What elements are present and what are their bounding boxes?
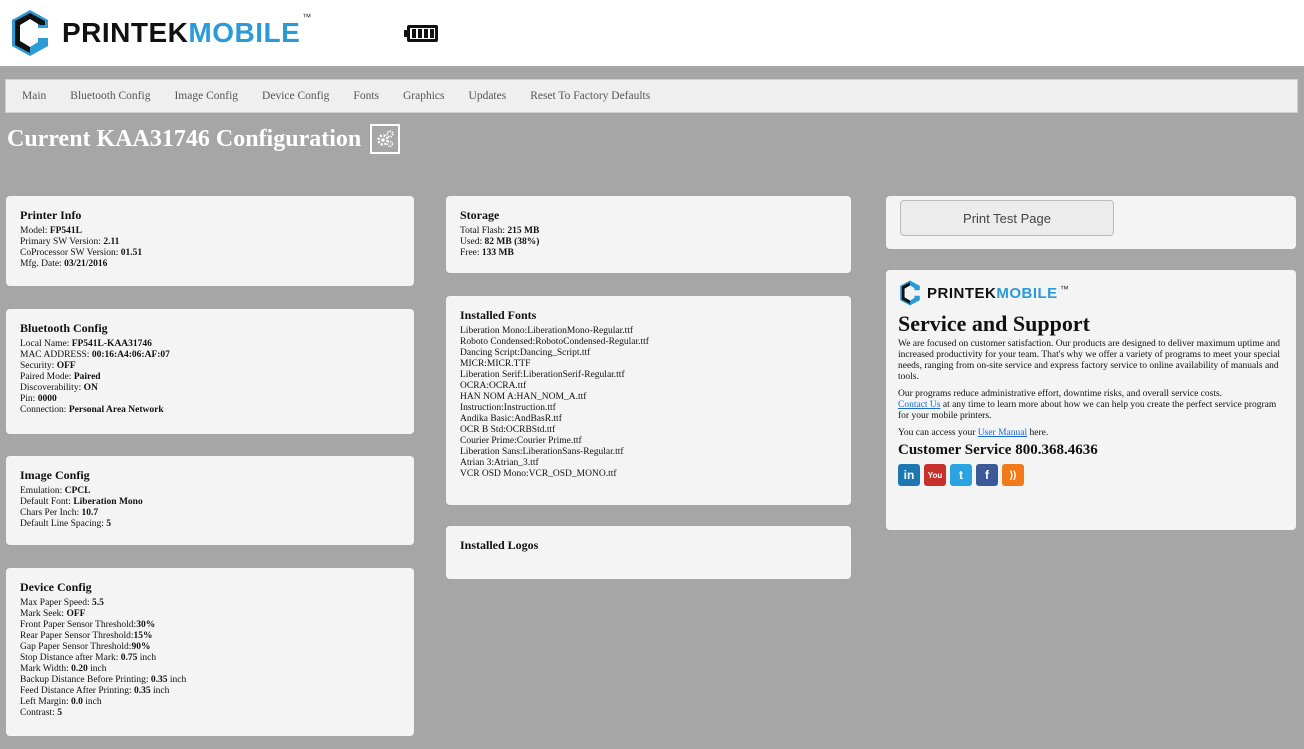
- service-paragraph-3: You can access your User Manual here.: [898, 428, 1049, 438]
- info-row: Model: FP541L: [20, 226, 83, 236]
- panel-title: Printer Info: [20, 208, 82, 222]
- font-item: Courier Prime:Courier Prime.ttf: [460, 436, 582, 446]
- info-row: Max Paper Speed: 5.5: [20, 598, 104, 608]
- font-item: Atrian 3:Atrian_3.ttf: [460, 458, 539, 468]
- print-test-page-button[interactable]: Print Test Page: [900, 200, 1114, 236]
- image-config-panel: Image Config Emulation: CPCL Default Fon…: [6, 456, 414, 545]
- info-row: Rear Paper Sensor Threshold:15%: [20, 631, 153, 641]
- panel-title: Installed Logos: [460, 538, 539, 552]
- info-row: Mark Width: 0.20 inch: [20, 664, 107, 674]
- brand-name-a: PRINTEK: [62, 17, 189, 48]
- info-row: MAC ADDRESS: 00:16:A4:06:AF:07: [20, 350, 170, 360]
- twitter-icon[interactable]: t: [950, 464, 972, 486]
- battery-icon: [404, 25, 438, 42]
- service-paragraph-2: Our programs reduce administrative effor…: [898, 389, 1277, 421]
- info-row: Security: OFF: [20, 361, 76, 371]
- info-row: Default Line Spacing: 5: [20, 519, 112, 529]
- panel-title: Device Config: [20, 580, 92, 594]
- printek-logo-mark-icon: [900, 280, 920, 306]
- info-row: Contrast: 5: [20, 708, 62, 718]
- info-row: Left Margin: 0.0 inch: [20, 697, 102, 707]
- panel-title: Image Config: [20, 468, 90, 482]
- panel-title: Bluetooth Config: [20, 321, 108, 335]
- nav-reset-factory-defaults[interactable]: Reset To Factory Defaults: [530, 90, 650, 102]
- info-row: Free: 133 MB: [460, 248, 514, 258]
- config-gear-button[interactable]: [370, 124, 401, 154]
- font-item: Liberation Sans:LiberationSans-Regular.t…: [460, 447, 624, 457]
- nav-main[interactable]: Main: [22, 90, 46, 102]
- service-paragraph-1: We are focused on customer satisfaction.…: [898, 339, 1281, 382]
- info-row: Front Paper Sensor Threshold:30%: [20, 620, 156, 630]
- info-row: Connection: Personal Area Network: [20, 405, 164, 415]
- printek-logo-mark-icon: [12, 10, 48, 56]
- printek-logo[interactable]: PRINTEK MOBILE ™: [8, 6, 311, 60]
- contact-us-link[interactable]: Contact Us: [898, 400, 940, 410]
- info-row: Used: 82 MB (38%): [460, 237, 540, 247]
- printer-info-panel: Printer Info Model: FP541L Primary SW Ve…: [6, 196, 414, 286]
- trademark-mark: ™: [302, 12, 312, 22]
- user-manual-link[interactable]: User Manual: [978, 428, 1027, 438]
- info-row: Chars Per Inch: 10.7: [20, 508, 99, 518]
- page-title-bar: Current KAA31746 Configuration: [7, 124, 401, 154]
- service-support-panel: PRINTEK MOBILE ™ Service and Support We a…: [886, 270, 1296, 530]
- font-item: OCRA:OCRA.ttf: [460, 381, 527, 391]
- customer-service-phone: Customer Service 800.368.4636: [898, 442, 1098, 458]
- info-row: Local Name: FP541L-KAA31746: [20, 339, 152, 349]
- info-row: Total Flash: 215 MB: [460, 226, 540, 236]
- storage-panel: Storage Total Flash: 215 MB Used: 82 MB …: [446, 196, 851, 273]
- printek-logo-small: PRINTEK MOBILE ™: [898, 278, 1284, 308]
- font-item: Instruction:Instruction.ttf: [460, 403, 556, 413]
- social-links: in You t f )): [898, 464, 1284, 486]
- linkedin-icon[interactable]: in: [898, 464, 920, 486]
- nav-fonts[interactable]: Fonts: [353, 90, 379, 102]
- font-item: Liberation Serif:LiberationSerif-Regular…: [460, 370, 625, 380]
- nav-graphics[interactable]: Graphics: [403, 90, 445, 102]
- youtube-icon[interactable]: You: [924, 464, 946, 486]
- panel-title: Installed Fonts: [460, 308, 537, 322]
- facebook-icon[interactable]: f: [976, 464, 998, 486]
- font-item: MICR:MICR.TTF: [460, 359, 531, 369]
- brand-name-b: MOBILE: [188, 17, 301, 48]
- gears-icon: [377, 130, 394, 148]
- info-row: CoProcessor SW Version: 01.51: [20, 248, 143, 258]
- info-row: Primary SW Version: 2.11: [20, 237, 120, 247]
- installed-fonts-panel: Installed Fonts Liberation Mono:Liberati…: [446, 296, 851, 505]
- bluetooth-config-panel: Bluetooth Config Local Name: FP541L-KAA3…: [6, 309, 414, 434]
- nav-image-config[interactable]: Image Config: [174, 90, 238, 102]
- font-item: Roboto Condensed:RobotoCondensed-Regular…: [460, 337, 649, 347]
- nav-bluetooth-config[interactable]: Bluetooth Config: [70, 90, 150, 102]
- nav-device-config[interactable]: Device Config: [262, 90, 329, 102]
- info-row: Mark Seek: OFF: [20, 609, 86, 619]
- info-row: Stop Distance after Mark: 0.75 inch: [20, 653, 157, 663]
- service-title: Service and Support: [898, 311, 1090, 336]
- info-row: Pin: 0000: [20, 394, 57, 404]
- info-row: Mfg. Date: 03/21/2016: [20, 259, 108, 269]
- font-item: Dancing Script:Dancing_Script.ttf: [460, 348, 591, 358]
- info-row: Discoverability: ON: [20, 383, 98, 393]
- rss-icon[interactable]: )): [1002, 464, 1024, 486]
- info-row: Backup Distance Before Printing: 0.35 in…: [20, 675, 187, 685]
- info-row: Paired Mode: Paired: [20, 372, 101, 382]
- font-item: VCR OSD Mono:VCR_OSD_MONO.ttf: [460, 469, 617, 479]
- info-row: Feed Distance After Printing: 0.35 inch: [20, 686, 170, 696]
- font-item: HAN NOM A:HAN_NOM_A.ttf: [460, 392, 587, 402]
- panel-title: Storage: [460, 208, 500, 222]
- header: PRINTEK MOBILE ™: [0, 0, 1304, 66]
- nav-updates[interactable]: Updates: [469, 90, 507, 102]
- info-row: Gap Paper Sensor Threshold:90%: [20, 642, 151, 652]
- font-item: Andika Basic:AndBasR.ttf: [460, 414, 562, 424]
- font-item: Liberation Mono:LiberationMono-Regular.t…: [460, 326, 634, 336]
- device-config-panel: Device Config Max Paper Speed: 5.5 Mark …: [6, 568, 414, 736]
- font-item: OCR B Std:OCRBStd.ttf: [460, 425, 556, 435]
- installed-logos-panel: Installed Logos: [446, 526, 851, 579]
- main-nav: Main Bluetooth Config Image Config Devic…: [5, 79, 1298, 113]
- page-title: Current KAA31746 Configuration: [7, 125, 362, 152]
- info-row: Emulation: CPCL: [20, 486, 91, 496]
- info-row: Default Font: Liberation Mono: [20, 497, 143, 507]
